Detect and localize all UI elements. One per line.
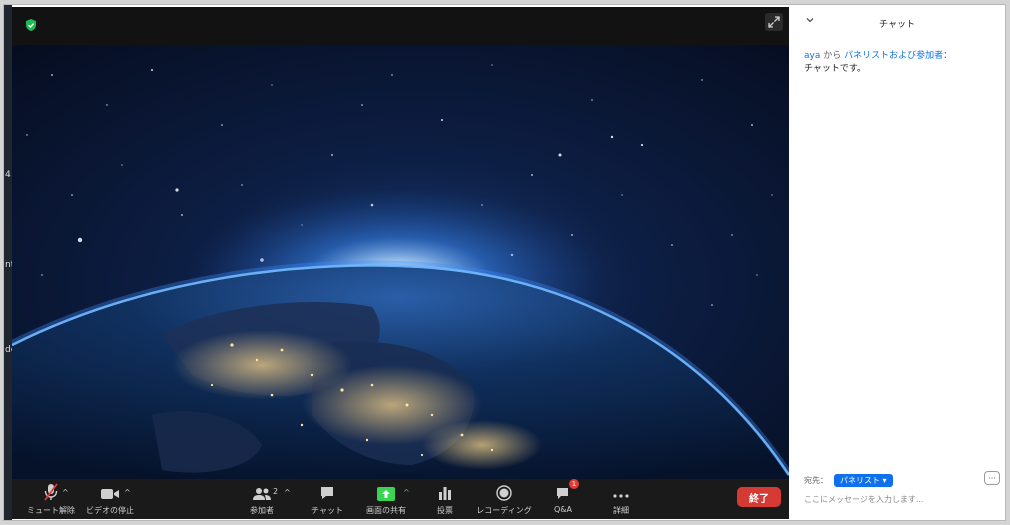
chat-label: チャット — [311, 506, 343, 515]
chat-message-input[interactable]: ここにメッセージを入力します... — [804, 494, 923, 505]
message-from-text: から — [820, 51, 845, 61]
unmute-label: ミュート解除 — [27, 506, 75, 515]
message-sender[interactable]: aya — [804, 51, 820, 61]
more-dots-icon — [613, 494, 629, 498]
expand-arrows-icon[interactable] — [765, 13, 783, 31]
chat-more-options-button[interactable]: ··· — [984, 471, 1000, 485]
share-screen-label: 画面の共有 — [366, 506, 406, 515]
video-top-bar — [12, 7, 789, 45]
share-options-caret[interactable]: ^ — [403, 488, 410, 497]
more-button[interactable]: 詳細 — [606, 479, 636, 519]
recipient-label: 宛先： — [804, 476, 828, 485]
polling-label: 投票 — [437, 506, 453, 515]
participants-options-caret[interactable]: ^ — [284, 488, 291, 497]
participants-count: 2 — [273, 487, 279, 496]
participants-label: 参加者 — [250, 506, 274, 515]
chat-message-header: aya から パネリストおよび参加者： — [804, 48, 952, 61]
record-icon — [496, 485, 512, 501]
share-screen-button[interactable]: 画面の共有 — [362, 479, 410, 519]
recipient-dropdown[interactable]: パネリスト ▾ — [834, 474, 893, 487]
video-options-caret[interactable]: ^ — [124, 488, 131, 497]
zoom-window: 4 nt de ミュート解除 ^ ビデオの停止 ^ 参加者 2 ^ チャット 画… — [4, 5, 1005, 520]
message-recipient: パネリストおよび参加者： — [844, 51, 953, 61]
video-area: ミュート解除 ^ ビデオの停止 ^ 参加者 2 ^ チャット 画面の共有 ^ 投… — [12, 7, 789, 519]
qa-button[interactable]: 1 Q&A — [549, 479, 579, 519]
chat-panel: チャット aya から パネリストおよび参加者： チャットです。 宛先： パネリ… — [789, 5, 1005, 520]
stop-video-label: ビデオの停止 — [86, 506, 134, 515]
more-label: 詳細 — [613, 506, 629, 515]
background-app-edge: 4 nt de — [4, 5, 16, 520]
record-button[interactable]: レコーディング — [474, 479, 534, 519]
chat-title: チャット — [879, 20, 915, 30]
background-fragment: 4 — [5, 170, 11, 180]
qa-label: Q&A — [553, 505, 572, 514]
participants-button[interactable]: 参加者 — [242, 479, 282, 519]
end-meeting-button[interactable]: 終了 — [737, 487, 781, 507]
bar-chart-icon — [439, 487, 451, 500]
video-camera-icon — [101, 489, 119, 499]
recipient-row: 宛先： パネリスト ▾ — [804, 474, 893, 487]
chat-message-text: チャットです。 — [804, 64, 867, 74]
muted-microphone-icon — [44, 483, 58, 501]
audio-options-caret[interactable]: ^ — [62, 488, 69, 497]
chat-button[interactable]: チャット — [305, 479, 349, 519]
qa-bubble-icon — [557, 488, 568, 499]
participants-icon — [253, 488, 271, 500]
green-shield-icon[interactable] — [24, 18, 38, 32]
chat-header: チャット — [789, 5, 1005, 39]
shared-screen-earth-image — [12, 45, 789, 479]
meeting-toolbar: ミュート解除 ^ ビデオの停止 ^ 参加者 2 ^ チャット 画面の共有 ^ 投… — [12, 479, 789, 519]
share-screen-icon — [377, 487, 395, 501]
record-label: レコーディング — [476, 506, 532, 515]
polling-button[interactable]: 投票 — [429, 479, 461, 519]
unmute-button[interactable]: ミュート解除 — [20, 479, 82, 519]
stop-video-button[interactable]: ビデオの停止 — [82, 479, 138, 519]
qa-notification-badge: 1 — [569, 479, 579, 489]
chat-bubble-icon — [321, 487, 333, 499]
